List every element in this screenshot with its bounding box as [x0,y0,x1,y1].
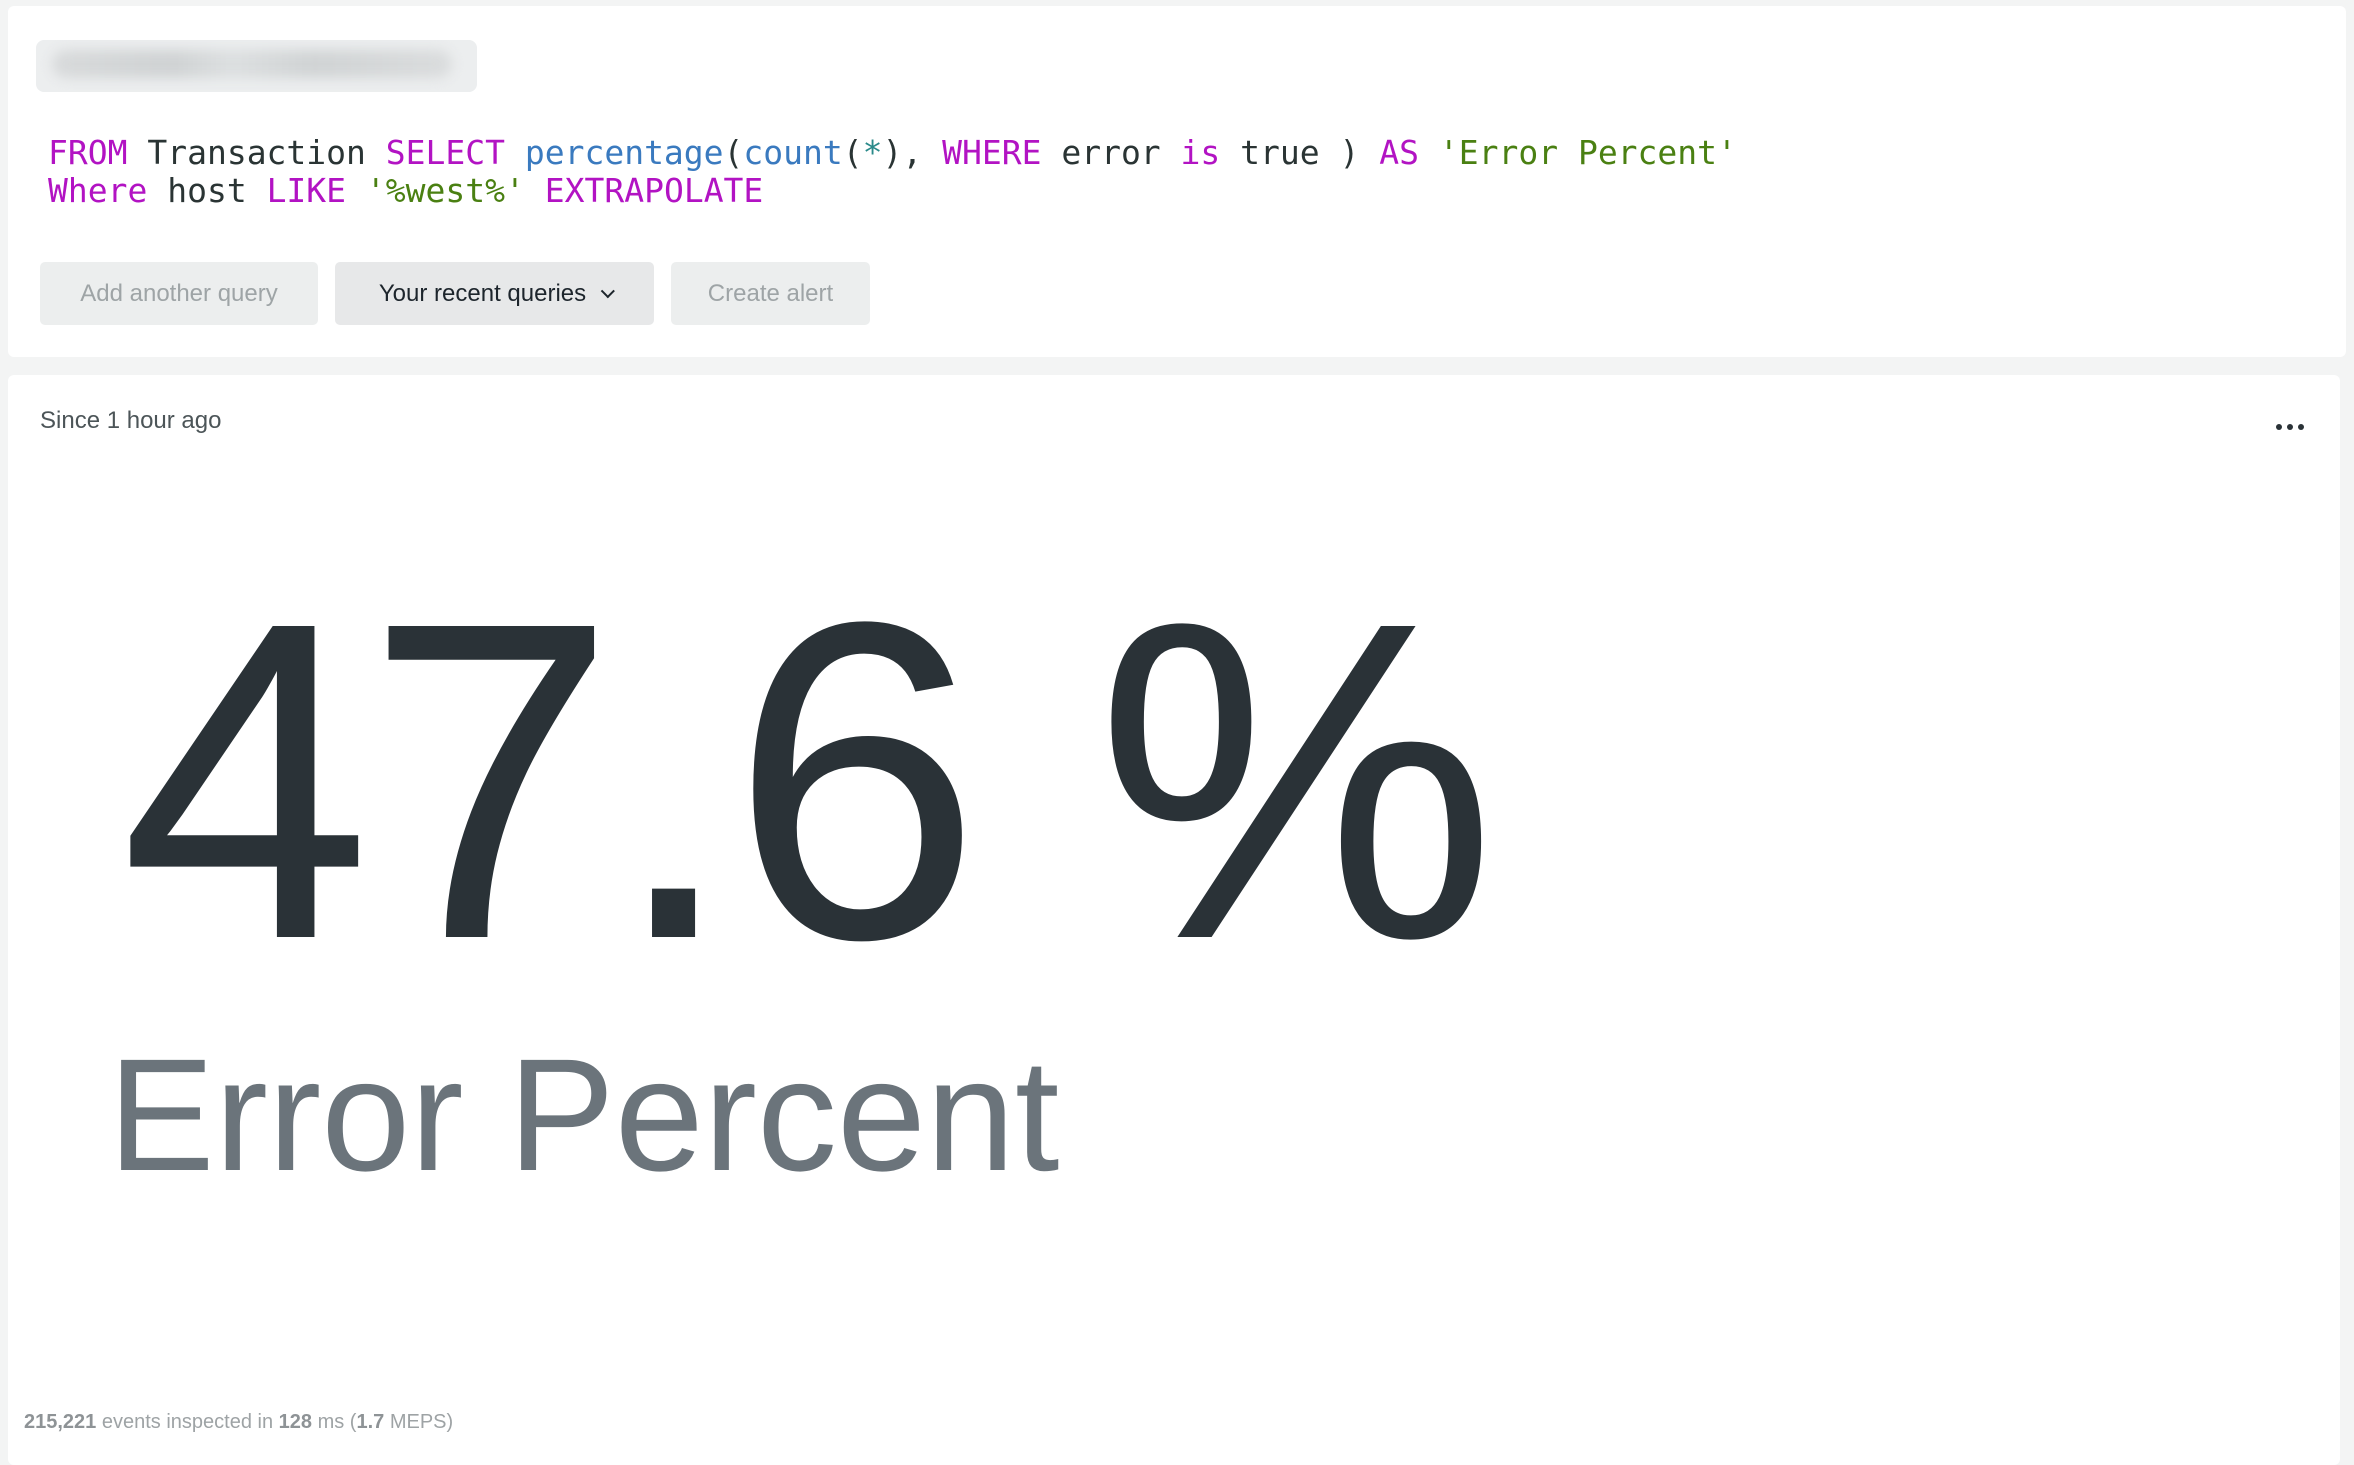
redacted-blur [52,50,452,78]
create-alert-label: Create alert [707,279,834,307]
query-token: count [743,133,843,172]
query-token: * [862,133,883,172]
query-token: is [1180,133,1221,172]
add-another-query-label: Add another query [80,279,278,307]
query-line: FROM Transaction SELECT percentage(count… [48,134,1737,172]
query-token: '%west%' [365,171,525,210]
query-token: AS [1379,133,1419,172]
create-alert-button[interactable]: Create alert [671,262,870,325]
query-token: 'Error Percent' [1438,133,1737,172]
query-token: Where [48,171,148,210]
query-token: Transaction [127,133,386,172]
query-token [505,133,525,172]
query-token: percentage [524,133,724,172]
query-line: Where host LIKE '%west%' EXTRAPOLATE [48,172,1737,210]
query-token: ), [882,133,943,172]
query-token: ( [842,133,863,172]
billboard-value: 47.6 % [120,528,1497,1033]
events-count: 215,221 [24,1411,97,1433]
chevron-down-icon [600,283,616,298]
query-token: ( [723,133,744,172]
recent-queries-dropdown[interactable]: Your recent queries [335,262,654,325]
query-token [525,171,545,210]
query-token: EXTRAPOLATE [544,171,764,210]
rate-text: MEPS) [384,1411,454,1433]
time-range-label: Since 1 hour ago [40,407,222,434]
query-token: error [1041,133,1181,172]
add-another-query-button[interactable]: Add another query [40,262,318,325]
query-token: WHERE [942,133,1042,172]
duration-value: 128 [278,1411,313,1433]
rate-value: 1.7 [356,1411,385,1433]
query-editor-card: FROM Transaction SELECT percentage(count… [8,6,2346,357]
query-token [346,171,366,210]
query-token: host [147,171,267,210]
recent-queries-label: Your recent queries [378,279,587,307]
query-token: SELECT [385,133,505,172]
query-token: LIKE [266,171,347,210]
result-billboard-card: Since 1 hour ago 47.6 % Error Percent 21… [8,375,2340,1465]
query-token [1419,133,1439,172]
redacted-title [36,40,477,92]
events-text: events inspected in [96,1411,279,1433]
billboard-label: Error Percent [108,1025,1060,1204]
query-stats: 215,221 events inspected in 128 ms (1.7 … [24,1411,453,1434]
query-token: true ) [1220,133,1380,172]
query-token: FROM [48,133,128,172]
ellipsis-icon[interactable] [2270,415,2310,439]
nrql-query-editor[interactable]: FROM Transaction SELECT percentage(count… [48,134,1737,210]
duration-text: ms ( [312,1411,357,1433]
